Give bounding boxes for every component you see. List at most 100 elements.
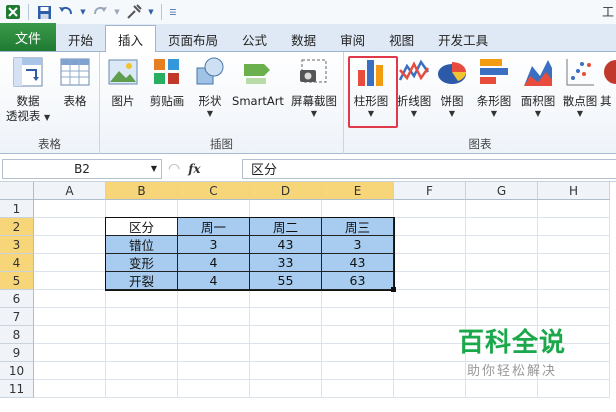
cell-c6[interactable] [178, 290, 250, 308]
cell-g5[interactable] [466, 272, 538, 290]
cell-c1[interactable] [178, 200, 250, 218]
cell-e1[interactable] [322, 200, 394, 218]
column-header-e[interactable]: E [322, 182, 394, 200]
column-header-a[interactable]: A [34, 182, 106, 200]
cell-f8[interactable] [394, 326, 466, 344]
cell-b10[interactable] [106, 362, 178, 380]
row-header-3[interactable]: 3 [0, 236, 34, 254]
column-header-c[interactable]: C [178, 182, 250, 200]
row-header-8[interactable]: 8 [0, 326, 34, 344]
cell-h6[interactable] [538, 290, 610, 308]
data-cell-e4[interactable]: 43 [322, 254, 394, 272]
cell-e11[interactable] [322, 380, 394, 398]
cell-d1[interactable] [250, 200, 322, 218]
tab-home[interactable]: 开始 [56, 27, 105, 51]
undo-icon[interactable] [57, 3, 75, 21]
shapes-button[interactable]: 形状 ▼ [192, 56, 228, 119]
cell-g3[interactable] [466, 236, 538, 254]
other-charts-button[interactable]: 其 [600, 56, 616, 109]
cell-e6[interactable] [322, 290, 394, 308]
cell-c8[interactable] [178, 326, 250, 344]
cell-e9[interactable] [322, 344, 394, 362]
redo-icon[interactable] [91, 3, 109, 21]
cell-g6[interactable] [466, 290, 538, 308]
select-all-corner[interactable] [0, 182, 34, 200]
tab-file[interactable]: 文件 [0, 23, 56, 51]
row-header-9[interactable]: 9 [0, 344, 34, 362]
column-header-d[interactable]: D [250, 182, 322, 200]
data-cell-b5[interactable]: 开裂 [106, 272, 178, 290]
row-header-7[interactable]: 7 [0, 308, 34, 326]
row-header-1[interactable]: 1 [0, 200, 34, 218]
cell-h3[interactable] [538, 236, 610, 254]
cell-b11[interactable] [106, 380, 178, 398]
data-cell-c3[interactable]: 3 [178, 236, 250, 254]
save-icon[interactable] [35, 3, 53, 21]
cell-g7[interactable] [466, 308, 538, 326]
cell-h4[interactable] [538, 254, 610, 272]
data-cell-d3[interactable]: 43 [250, 236, 322, 254]
data-cell-b4[interactable]: 变形 [106, 254, 178, 272]
cell-g4[interactable] [466, 254, 538, 272]
data-cell-d5[interactable]: 55 [250, 272, 322, 290]
tools-dropdown-icon[interactable]: ▼ [147, 3, 155, 21]
cell-b7[interactable] [106, 308, 178, 326]
pivot-table-button[interactable]: 数据 透视表 ▼ [6, 56, 50, 124]
cell-f7[interactable] [394, 308, 466, 326]
cell-a11[interactable] [34, 380, 106, 398]
cell-f10[interactable] [394, 362, 466, 380]
data-cell-e3[interactable]: 3 [322, 236, 394, 254]
cell-e7[interactable] [322, 308, 394, 326]
scatter-chart-button[interactable]: 散点图 ▼ [560, 56, 600, 119]
data-cell-d2[interactable]: 周二 [250, 218, 322, 236]
cell-a1[interactable] [34, 200, 106, 218]
cell-b8[interactable] [106, 326, 178, 344]
redo-dropdown-icon[interactable]: ▼ [113, 3, 121, 21]
cell-f4[interactable] [394, 254, 466, 272]
cell-h1[interactable] [538, 200, 610, 218]
cell-b1[interactable] [106, 200, 178, 218]
column-header-b[interactable]: B [106, 182, 178, 200]
smartart-button[interactable]: SmartArt [230, 56, 286, 109]
area-chart-button[interactable]: 面积图 ▼ [518, 56, 558, 119]
cell-b9[interactable] [106, 344, 178, 362]
customize-toolbar-icon[interactable]: ☰ [168, 3, 178, 21]
data-cell-c4[interactable]: 4 [178, 254, 250, 272]
cell-d8[interactable] [250, 326, 322, 344]
row-header-6[interactable]: 6 [0, 290, 34, 308]
cell-c11[interactable] [178, 380, 250, 398]
cell-h2[interactable] [538, 218, 610, 236]
cell-f1[interactable] [394, 200, 466, 218]
undo-dropdown-icon[interactable]: ▼ [79, 3, 87, 21]
column-header-f[interactable]: F [394, 182, 466, 200]
cell-e10[interactable] [322, 362, 394, 380]
row-header-2[interactable]: 2 [0, 218, 34, 236]
cell-d11[interactable] [250, 380, 322, 398]
cell-c7[interactable] [178, 308, 250, 326]
cell-a6[interactable] [34, 290, 106, 308]
tab-developer[interactable]: 开发工具 [426, 27, 500, 51]
cell-f6[interactable] [394, 290, 466, 308]
tab-review[interactable]: 审阅 [328, 27, 377, 51]
cell-h5[interactable] [538, 272, 610, 290]
cell-f11[interactable] [394, 380, 466, 398]
cell-a7[interactable] [34, 308, 106, 326]
cell-a9[interactable] [34, 344, 106, 362]
insert-function-icon[interactable]: fx [188, 162, 200, 176]
tab-formulas[interactable]: 公式 [230, 27, 279, 51]
tools-icon[interactable] [125, 3, 143, 21]
row-header-4[interactable]: 4 [0, 254, 34, 272]
data-cell-b3[interactable]: 错位 [106, 236, 178, 254]
table-button[interactable]: 表格 [56, 56, 94, 109]
cell-b6[interactable] [106, 290, 178, 308]
cell-g2[interactable] [466, 218, 538, 236]
cell-a3[interactable] [34, 236, 106, 254]
fill-handle[interactable] [391, 287, 396, 292]
cell-f9[interactable] [394, 344, 466, 362]
data-cell-c2[interactable]: 周一 [178, 218, 250, 236]
cell-a4[interactable] [34, 254, 106, 272]
cell-f5[interactable] [394, 272, 466, 290]
clipart-button[interactable]: 剪贴画 [144, 56, 190, 109]
cell-a8[interactable] [34, 326, 106, 344]
tab-page-layout[interactable]: 页面布局 [156, 27, 230, 51]
